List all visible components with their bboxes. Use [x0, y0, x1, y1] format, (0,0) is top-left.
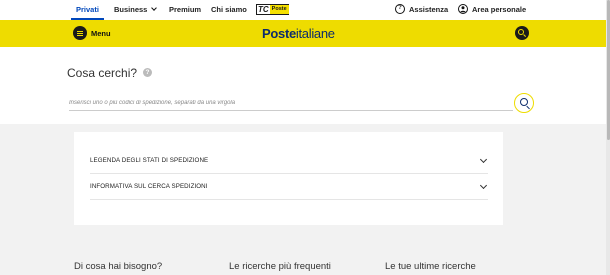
nav-business-label: Business	[114, 5, 148, 14]
logo-light-text: italiane	[295, 26, 335, 41]
search-button[interactable]	[514, 93, 534, 113]
help-icon[interactable]: ?	[143, 68, 152, 77]
nav-premium[interactable]: Premium	[169, 0, 201, 20]
nav-assistenza[interactable]: Assistenza	[409, 0, 448, 20]
chevron-down-icon	[151, 5, 158, 11]
scrollbar-thumb[interactable]	[606, 0, 610, 140]
search-icon-handle	[526, 105, 530, 110]
nav-privati[interactable]: Privati	[71, 0, 104, 20]
accordion-item-informativa[interactable]: INFORMATIVA SUL CERCA SPEDIZIONI	[90, 174, 488, 200]
hamburger-icon	[73, 26, 87, 40]
menu-button[interactable]: Menu	[73, 25, 111, 41]
tracking-code-input[interactable]	[69, 95, 513, 111]
footer-heading-bisogno: Di cosa hai bisogno?	[74, 261, 163, 272]
search-section	[0, 47, 606, 124]
accordion-item-label: LEGENDA DEGLI STATI DI SPEDIZIONE	[90, 157, 209, 164]
question-circle-icon: ?	[395, 4, 405, 14]
tg-poste-logo-poste: Poste	[269, 5, 289, 14]
page-title: Cosa cerchi?	[67, 66, 138, 80]
poste-italiane-logo[interactable]: Posteitaliane	[262, 26, 335, 42]
top-navigation: Privati Business Premium Chi siamo TC Po…	[0, 0, 606, 20]
tg-poste-logo-tc: TC	[257, 5, 270, 14]
page-scrollbar[interactable]	[606, 0, 610, 275]
chevron-down-icon	[479, 181, 488, 190]
user-circle-icon	[458, 4, 468, 14]
footer-heading-ultime-ricerche: Le tue ultime ricerche	[385, 261, 476, 272]
info-accordion: LEGENDA DEGLI STATI DI SPEDIZIONE INFORM…	[74, 132, 503, 225]
tg-poste-link[interactable]: TC Poste	[256, 4, 289, 15]
accordion-item-label: INFORMATIVA SUL CERCA SPEDIZIONI	[90, 183, 208, 190]
nav-chi-siamo[interactable]: Chi siamo	[211, 0, 247, 20]
nav-business[interactable]: Business	[114, 0, 158, 20]
accordion-item-legenda[interactable]: LEGENDA DEGLI STATI DI SPEDIZIONE	[90, 148, 488, 174]
footer-heading-ricerche-frequenti: Le ricerche più frequenti	[229, 261, 331, 272]
menu-label: Menu	[91, 28, 111, 38]
nav-area-personale[interactable]: Area personale	[472, 0, 526, 20]
search-icon-handle	[522, 34, 527, 38]
header-search-button[interactable]	[515, 26, 529, 40]
logo-bold-text: Poste	[262, 26, 296, 41]
chevron-down-icon	[479, 155, 488, 164]
